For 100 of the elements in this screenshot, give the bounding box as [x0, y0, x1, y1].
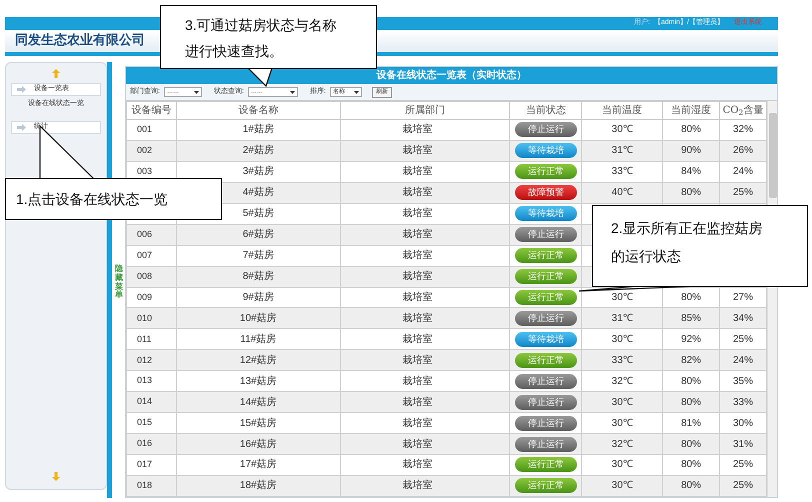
device-name: 10#菇房 — [240, 312, 277, 324]
temperature: 33℃ — [612, 166, 633, 178]
device-code: 001 — [137, 124, 152, 134]
humidity: 80% — [681, 459, 702, 470]
humidity: 84% — [681, 166, 702, 178]
temperature: 30℃ — [612, 124, 633, 136]
device-name: 12#菇房 — [240, 354, 277, 366]
humidity: 80% — [681, 124, 702, 136]
temperature: 31℃ — [612, 312, 633, 324]
humidity: 80% — [681, 376, 702, 387]
device-name: 17#菇房 — [240, 459, 277, 470]
department: 栽培室 — [402, 459, 433, 470]
device-code: 012 — [137, 354, 152, 365]
department: 栽培室 — [402, 438, 433, 450]
device-name: 13#菇房 — [240, 376, 277, 387]
status-pill: 运行正常 — [514, 164, 577, 180]
device-name: 6#菇房 — [242, 229, 274, 240]
status-pill: 等待栽培 — [514, 143, 577, 158]
department: 栽培室 — [402, 229, 433, 240]
status-pill: 运行正常 — [514, 352, 577, 368]
status-pill: 运行正常 — [514, 248, 577, 264]
humidity: 90% — [681, 145, 702, 156]
temperature: 30℃ — [612, 292, 633, 303]
department: 栽培室 — [402, 271, 433, 282]
department: 栽培室 — [402, 187, 433, 198]
co2-level: 33% — [733, 396, 754, 408]
dropdown-caret-icon — [290, 90, 295, 94]
humidity: 80% — [681, 187, 702, 198]
department: 栽培室 — [402, 312, 433, 324]
column-header: 当前状态 — [510, 102, 582, 120]
device-name: 7#菇房 — [242, 250, 274, 262]
co2-level: 31% — [733, 438, 754, 450]
dropdown-caret-icon — [194, 90, 199, 94]
scrollbar-thumb[interactable] — [768, 113, 776, 198]
hide-menu-toggle[interactable]: 隐藏菜单 — [115, 265, 124, 300]
humidity: 80% — [681, 292, 702, 303]
column-header: 当前温度 — [582, 102, 663, 120]
temperature: 30℃ — [612, 418, 633, 429]
device-code: 002 — [137, 145, 152, 156]
up-arrow-icon[interactable] — [52, 69, 60, 78]
column-header: 当前湿度 — [662, 102, 720, 120]
temperature: 33℃ — [612, 354, 633, 366]
humidity: 92% — [681, 334, 702, 345]
down-arrow-icon[interactable] — [52, 472, 60, 481]
device-code: 009 — [137, 292, 152, 302]
temperature: 30℃ — [612, 396, 633, 408]
status-pill: 停止运行 — [514, 310, 577, 326]
department: 栽培室 — [402, 480, 433, 492]
status-pill: 运行正常 — [514, 457, 577, 472]
co2-level: 30% — [733, 418, 754, 429]
column-header: 所属部门 — [340, 102, 510, 120]
department: 栽培室 — [402, 208, 433, 220]
humidity: 85% — [681, 312, 702, 324]
co2-level: 25% — [733, 334, 754, 345]
humidity: 82% — [681, 354, 702, 366]
column-header: 设备名称 — [176, 102, 340, 120]
device-code: 011 — [137, 334, 152, 344]
humidity: 80% — [681, 438, 702, 450]
department: 栽培室 — [402, 292, 433, 303]
status-pill: 故障预警 — [514, 185, 577, 200]
device-name: 18#菇房 — [240, 480, 277, 492]
temperature: 30℃ — [612, 480, 633, 492]
department: 栽培室 — [402, 166, 433, 178]
co2-level: 25% — [733, 187, 754, 198]
device-code: 018 — [137, 480, 152, 490]
status-pill: 停止运行 — [514, 374, 577, 389]
department: 栽培室 — [402, 396, 433, 408]
co2-level: 26% — [733, 145, 754, 156]
co2-level: 34% — [733, 312, 754, 324]
status-pill: 停止运行 — [514, 227, 577, 242]
humidity: 81% — [681, 418, 702, 429]
device-code: 007 — [137, 250, 152, 260]
humidity: 80% — [681, 396, 702, 408]
device-name: 1#菇房 — [242, 124, 274, 136]
device-code: 013 — [137, 375, 152, 386]
department: 栽培室 — [402, 376, 433, 387]
company-name: 同发生态农业有限公司 — [15, 32, 145, 50]
status-pill: 等待栽培 — [514, 332, 577, 347]
temperature: 32℃ — [612, 376, 633, 387]
device-name: 9#菇房 — [242, 292, 274, 303]
device-code: 003 — [137, 166, 152, 176]
status-pill: 运行正常 — [514, 290, 577, 305]
co2-level: 25% — [733, 459, 754, 470]
arrow-icon — [17, 86, 26, 93]
device-name: 3#菇房 — [242, 166, 274, 178]
co2-level: 35% — [733, 376, 754, 387]
status-pill: 停止运行 — [514, 416, 577, 431]
dropdown-caret-icon — [354, 90, 359, 94]
status-pill: 运行正常 — [514, 478, 577, 494]
device-name: 2#菇房 — [242, 145, 274, 156]
temperature: 32℃ — [612, 438, 633, 450]
department: 栽培室 — [402, 418, 433, 429]
device-name: 4#菇房 — [242, 187, 274, 198]
status-pill: 等待栽培 — [514, 206, 577, 222]
device-name: 15#菇房 — [240, 418, 277, 429]
humidity: 80% — [681, 480, 702, 492]
status-pill: 停止运行 — [514, 394, 577, 410]
status-pill: 运行正常 — [514, 269, 577, 284]
panel-title: 设备在线状态一览表（实时状态） — [126, 67, 777, 84]
callout: 3.可通过菇房状态与名称进行快速查找。 — [160, 5, 377, 69]
